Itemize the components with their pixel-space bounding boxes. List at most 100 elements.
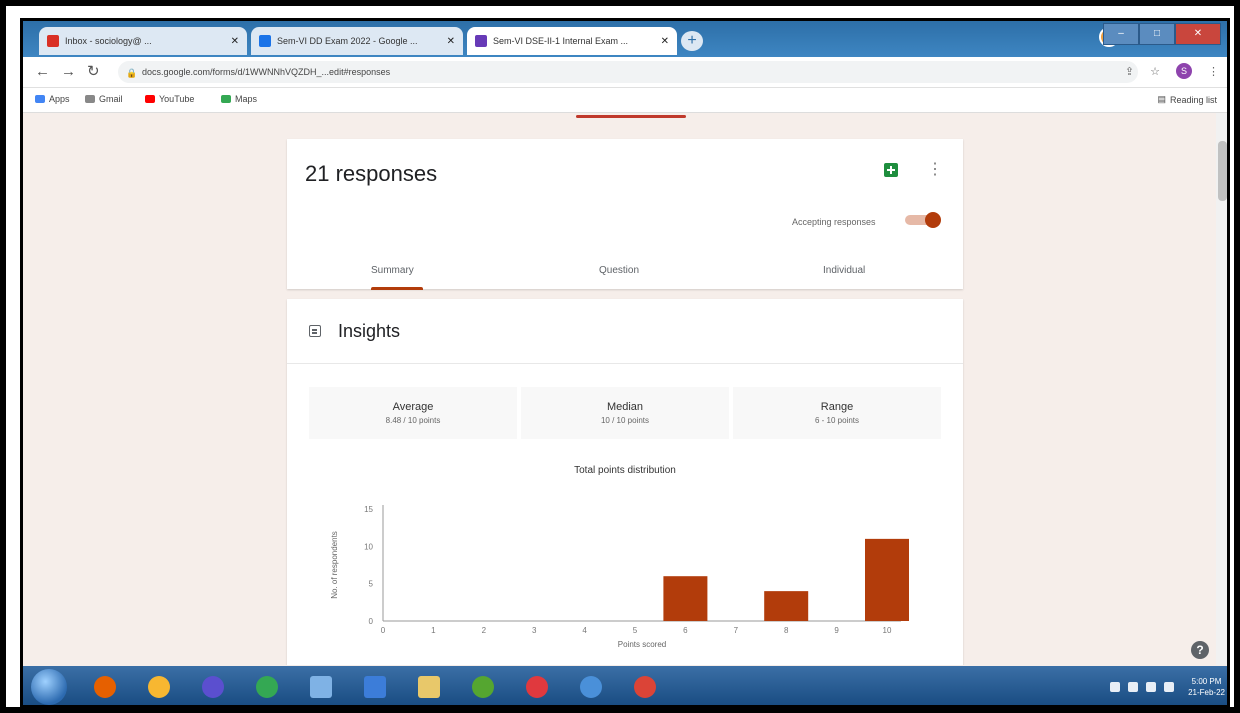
- tab-summary[interactable]: Summary: [371, 265, 414, 276]
- taskbar-screen-button[interactable]: [299, 670, 343, 704]
- taskbar-orb-button[interactable]: [137, 670, 181, 704]
- screen-icon: [310, 676, 332, 698]
- response-tabs: Summary Question Individual: [287, 257, 963, 290]
- browser-tab-gmail[interactable]: Inbox - sociology@ ... ✕: [39, 27, 247, 55]
- bookmark-apps[interactable]: Apps: [35, 94, 70, 104]
- x-tick-label: 1: [431, 626, 436, 635]
- youtube-icon: [145, 95, 155, 103]
- bookmarks-bar: Apps Gmail YouTube Maps ▤ Reading list: [23, 88, 1227, 113]
- taskbar-chrome-button[interactable]: [245, 670, 289, 704]
- network-icon[interactable]: [1110, 682, 1121, 692]
- stat-average: Average 8.48 / 10 points: [309, 387, 517, 439]
- y-axis-label: No. of respondents: [330, 531, 339, 599]
- close-icon[interactable]: ✕: [447, 36, 455, 47]
- back-icon[interactable]: ←: [35, 63, 50, 81]
- divider: [287, 363, 963, 364]
- insights-icon: [309, 325, 321, 337]
- forward-icon[interactable]: →: [61, 63, 76, 81]
- mail-icon: [364, 676, 386, 698]
- address-bar[interactable]: docs.google.com/forms/d/1WWNNhVQZDH_...e…: [118, 61, 1138, 83]
- clock[interactable]: 5:00 PM 21-Feb-22: [1188, 676, 1225, 698]
- bookmark-label: Maps: [235, 94, 258, 104]
- forms-icon: [475, 35, 487, 47]
- bookmark-youtube[interactable]: YouTube: [145, 94, 194, 104]
- responses-card: 21 responses ⋮ Accepting responses Summa…: [287, 139, 963, 290]
- bar-8: [764, 591, 809, 621]
- star-icon[interactable]: ☆: [1150, 65, 1160, 78]
- clock-date: 21-Feb-22: [1188, 688, 1225, 697]
- gmail-icon: [85, 95, 95, 103]
- bar-6: [663, 576, 708, 621]
- app-icon: [472, 676, 494, 698]
- taskbar-mail-button[interactable]: [353, 670, 397, 704]
- stat-label: Range: [820, 401, 854, 413]
- sheets-icon[interactable]: [884, 163, 898, 177]
- close-icon[interactable]: ✕: [231, 36, 239, 47]
- stat-label: Average: [392, 401, 434, 413]
- y-tick-label: 0: [369, 617, 374, 626]
- x-tick-label: 6: [683, 626, 688, 635]
- chart-title: Total points distribution: [574, 465, 676, 476]
- apps-icon: [35, 95, 45, 103]
- tab-question[interactable]: Question: [599, 265, 639, 276]
- y-tick-label: 15: [364, 505, 373, 514]
- x-axis-label: Points scored: [618, 640, 666, 649]
- gmail-icon: [47, 35, 59, 47]
- window-close-button[interactable]: ✕: [1175, 23, 1221, 45]
- taskbar-app-button[interactable]: [461, 670, 505, 704]
- x-tick-label: 0: [381, 626, 386, 635]
- bookmark-label: YouTube: [159, 94, 195, 104]
- header-accent: [576, 115, 686, 118]
- reload-icon[interactable]: ↻: [87, 63, 100, 81]
- browser-tab-drive[interactable]: Sem-VI DD Exam 2022 - Google ... ✕: [251, 27, 463, 55]
- tab-individual[interactable]: Individual: [823, 265, 865, 276]
- more-options-icon[interactable]: ⋮: [927, 159, 943, 179]
- taskbar-media-player-button[interactable]: [191, 670, 235, 704]
- taskbar-firefox-button[interactable]: [83, 670, 127, 704]
- close-icon[interactable]: ✕: [661, 36, 669, 47]
- avatar[interactable]: S: [1176, 63, 1192, 79]
- y-tick-label: 10: [364, 542, 373, 551]
- menu-icon[interactable]: ⋮: [1208, 65, 1219, 78]
- bookmark-maps[interactable]: Maps: [221, 94, 257, 104]
- window-controls: – □ ✕: [1103, 23, 1221, 45]
- stat-value: 6 - 10 points: [814, 416, 860, 425]
- scrollbar-thumb[interactable]: [1218, 141, 1227, 201]
- help-icon[interactable]: ?: [1191, 641, 1209, 659]
- taskbar-chrome-2-button[interactable]: [623, 670, 667, 704]
- taskbar-folder-button[interactable]: [407, 670, 451, 704]
- flag-icon[interactable]: [1164, 682, 1175, 692]
- stat-value: 10 / 10 points: [600, 416, 650, 425]
- start-button[interactable]: [31, 669, 67, 705]
- new-tab-button[interactable]: +: [681, 31, 703, 51]
- browser-tab-forms[interactable]: Sem-VI DSE-II-1 Internal Exam ... ✕: [467, 27, 677, 55]
- taskbar-tool-button[interactable]: [569, 670, 613, 704]
- drive-icon: [259, 35, 271, 47]
- x-tick-label: 5: [633, 626, 638, 635]
- share-icon[interactable]: ⇪: [1125, 65, 1134, 78]
- reading-list[interactable]: ▤ Reading list: [1157, 94, 1217, 105]
- chrome-icon: [256, 676, 278, 698]
- minimize-button[interactable]: –: [1103, 23, 1139, 45]
- bookmark-gmail[interactable]: Gmail: [85, 94, 123, 104]
- insights-card: Insights Average 8.48 / 10 points Median…: [287, 299, 963, 665]
- page-scrollbar[interactable]: [1216, 113, 1227, 665]
- bar-10: [865, 538, 909, 621]
- maximize-button[interactable]: □: [1139, 23, 1175, 45]
- screen: Inbox - sociology@ ... ✕ Sem-VI DD Exam …: [20, 18, 1230, 708]
- screenshot-frame: Inbox - sociology@ ... ✕ Sem-VI DD Exam …: [0, 0, 1240, 713]
- tab-label: Sem-VI DD Exam 2022 - Google ...: [277, 36, 418, 46]
- battery-icon[interactable]: [1146, 682, 1157, 692]
- media-player-icon: [202, 676, 224, 698]
- accepting-responses-toggle[interactable]: [905, 212, 941, 228]
- y-tick-label: 5: [369, 580, 374, 589]
- maps-icon: [221, 95, 231, 103]
- active-tab-indicator: [371, 287, 423, 290]
- windows-taskbar: 5:00 PM 21-Feb-22: [23, 666, 1227, 705]
- tab-label: Inbox - sociology@ ...: [65, 36, 152, 46]
- lock-icon: 🔒: [126, 68, 138, 78]
- stat-range: Range 6 - 10 points: [733, 387, 941, 439]
- taskbar-opera-button[interactable]: [515, 670, 559, 704]
- points-distribution-chart: 0 5 10 15 0 1 2 3 4 5 6 7 8 9 10 Points scored No. of re…: [330, 505, 909, 649]
- volume-icon[interactable]: [1128, 682, 1139, 692]
